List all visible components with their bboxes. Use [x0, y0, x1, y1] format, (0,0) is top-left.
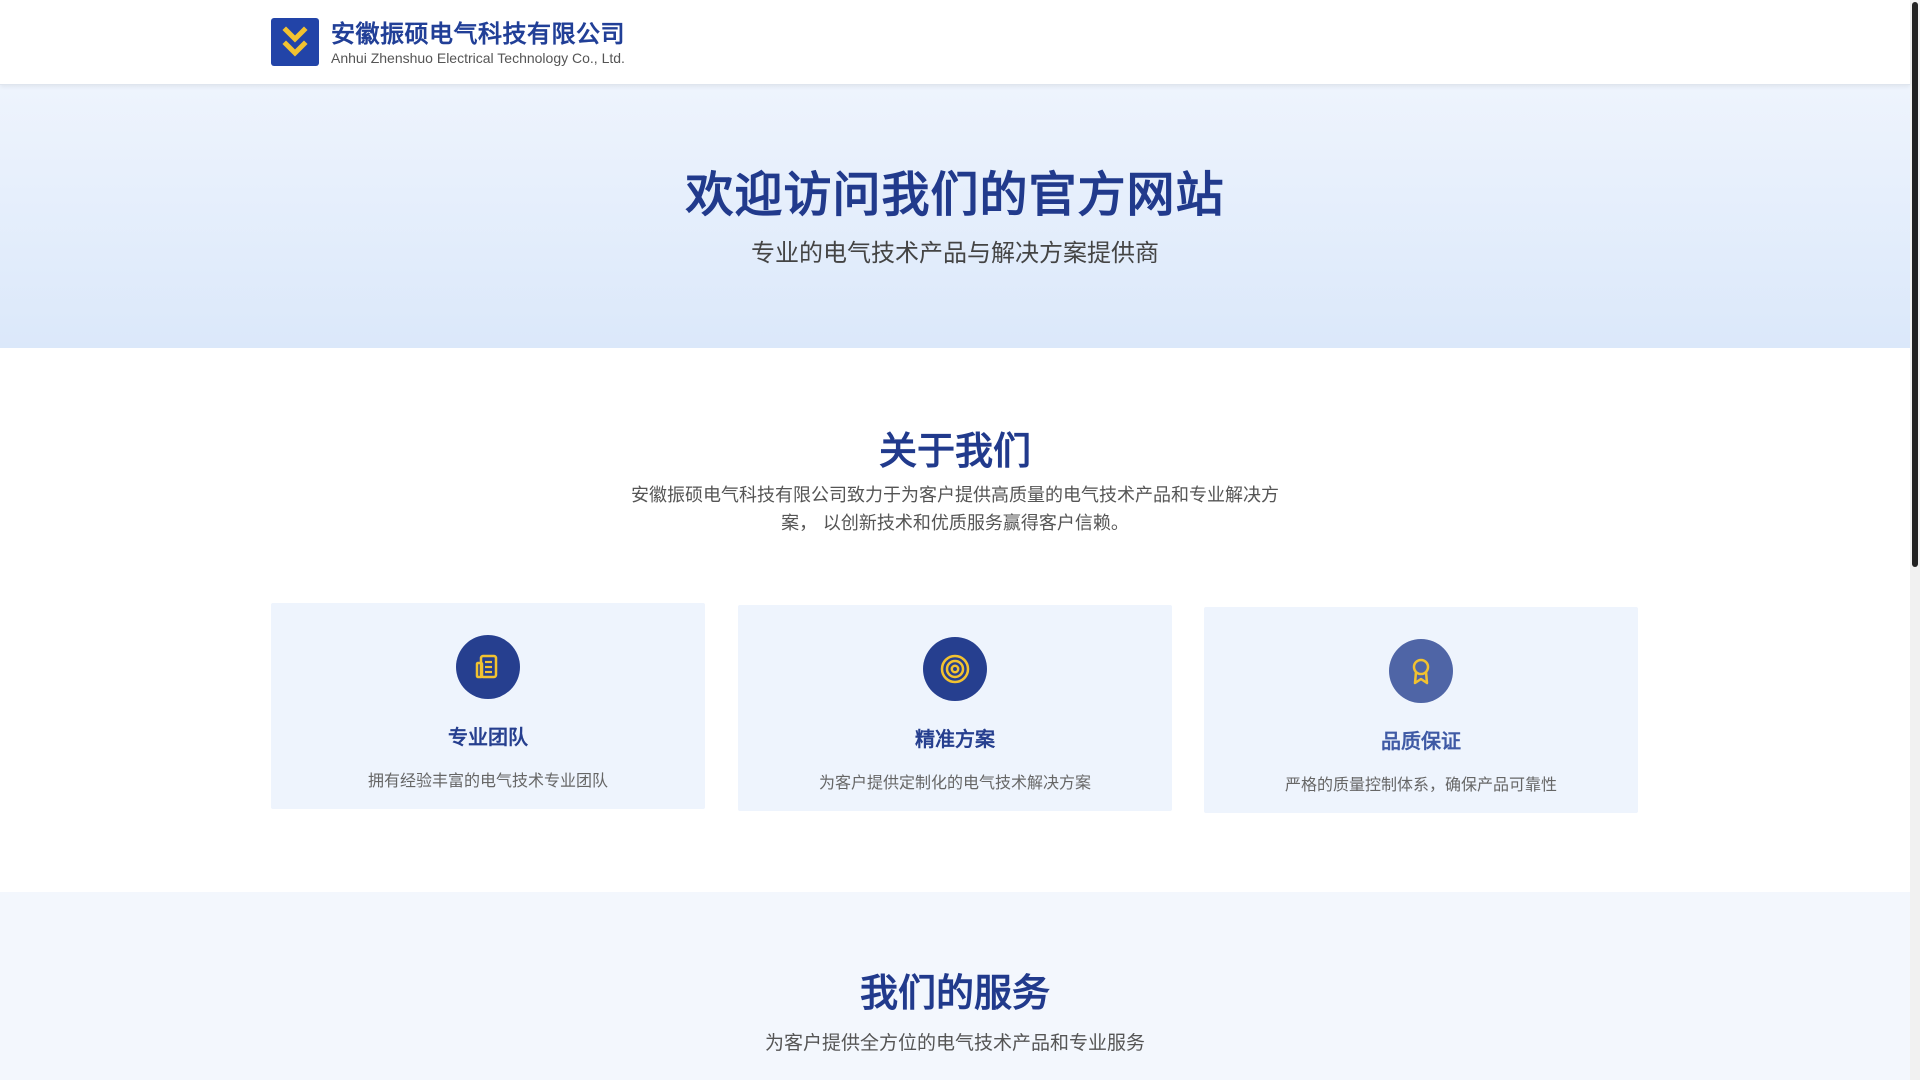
- solution-icon-circle: [923, 637, 987, 701]
- building-icon: [475, 654, 498, 679]
- services-section: 我们的服务 为客户提供全方位的电气技术产品和专业服务: [0, 892, 1910, 1080]
- company-logo[interactable]: [271, 18, 319, 66]
- company-name-english: Anhui Zhenshuo Electrical Technology Co.…: [331, 50, 625, 66]
- page-scrollbar[interactable]: [1910, 0, 1920, 1080]
- services-title: 我们的服务: [859, 971, 1050, 1015]
- quality-icon-circle: [1389, 639, 1453, 703]
- services-subtitle: 为客户提供全方位的电气技术产品和专业服务: [764, 1032, 1145, 1054]
- target-icon: [940, 654, 970, 684]
- card-description: 为客户提供定制化的电气技术解决方案: [818, 773, 1091, 792]
- company-name[interactable]: 安徽振硕电气科技有限公司: [331, 14, 625, 49]
- team-icon-circle: [456, 635, 520, 699]
- card-description: 严格的质量控制体系，确保产品可靠性: [1284, 775, 1557, 794]
- hero-banner: 欢迎访问我们的官方网站 专业的电气技术产品与解决方案提供商: [0, 85, 1910, 348]
- hero-title: 欢迎访问我们的官方网站: [685, 167, 1225, 223]
- card-description: 拥有经验丰富的电气技术专业团队: [367, 771, 608, 790]
- scrollbar-thumb[interactable]: [1912, 2, 1918, 567]
- card-title: 品质保证: [1381, 729, 1461, 753]
- feature-card-quality: 品质保证 严格的质量控制体系，确保产品可靠性: [1204, 607, 1638, 813]
- card-title: 专业团队: [448, 725, 528, 749]
- site-header: 安徽振硕电气科技有限公司 Anhui Zhenshuo Electrical T…: [0, 0, 1910, 85]
- feature-card-team: 专业团队 拥有经验丰富的电气技术专业团队: [271, 603, 705, 809]
- about-title: 关于我们: [878, 429, 1031, 473]
- card-title: 精准方案: [915, 727, 995, 751]
- award-ribbon-icon: [1412, 658, 1430, 685]
- hero-subtitle: 专业的电气技术产品与解决方案提供商: [751, 239, 1159, 267]
- double-chevron-down-icon: [282, 26, 308, 57]
- feature-card-solution: 精准方案 为客户提供定制化的电气技术解决方案: [738, 605, 1172, 811]
- about-description: 安徽振硕电气科技有限公司致力于为客户提供高质量的电气技术产品和专业解决方案， 以…: [631, 485, 1279, 534]
